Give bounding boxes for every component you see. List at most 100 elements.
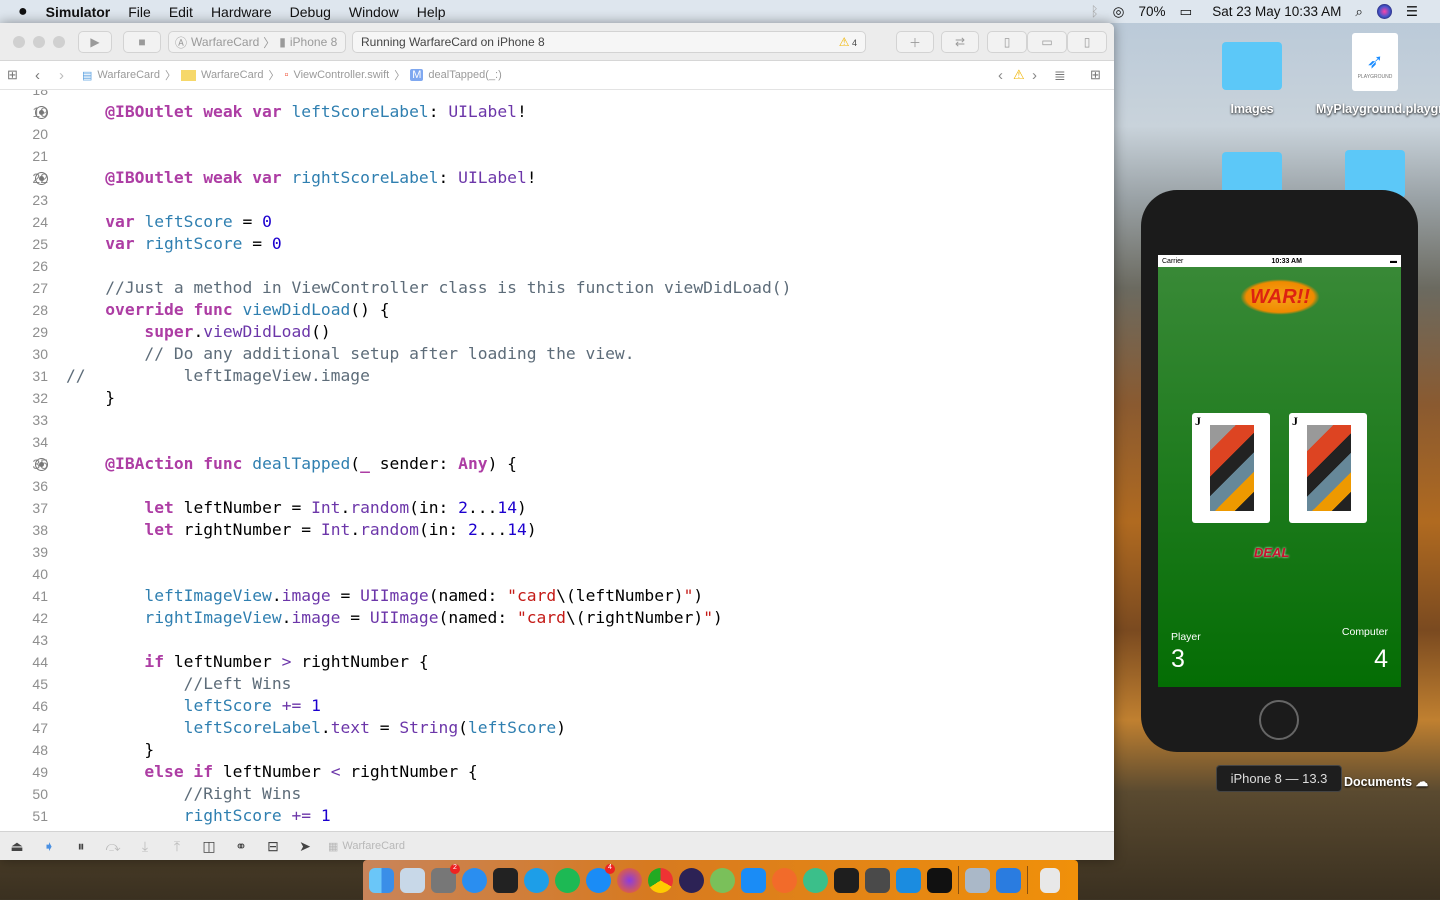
android-studio-icon[interactable] <box>710 867 735 893</box>
line-number[interactable]: 23 <box>0 189 48 211</box>
line-number[interactable]: 51 <box>0 805 48 827</box>
line-number[interactable]: 21 <box>0 145 48 167</box>
desktop-item-documents[interactable]: Documents ☁ <box>1344 774 1428 789</box>
preview-icon[interactable] <box>400 867 425 893</box>
step-into-icon[interactable]: ⤓ <box>136 838 154 855</box>
line-number[interactable]: 48 <box>0 739 48 761</box>
finder-icon[interactable] <box>369 867 394 893</box>
intellij-icon[interactable] <box>927 867 952 893</box>
postman-icon[interactable] <box>772 867 797 893</box>
battery-percent[interactable]: 70% <box>1138 4 1165 19</box>
outlet-connection-icon[interactable] <box>35 172 48 185</box>
outlet-connection-icon[interactable] <box>35 106 48 119</box>
toggle-debug-area-button[interactable]: ▭ <box>1027 31 1067 53</box>
line-number[interactable]: 44 <box>0 651 48 673</box>
previous-issue-button[interactable]: ‹ <box>998 67 1003 84</box>
line-number[interactable]: 45 <box>0 673 48 695</box>
editor-options-icon[interactable]: ≣ <box>1054 67 1066 84</box>
simulator-icon[interactable] <box>996 867 1021 893</box>
notification-center-icon[interactable]: ☰ <box>1406 4 1418 20</box>
line-number[interactable]: 20 <box>0 123 48 145</box>
breakpoints-toggle-icon[interactable]: ➧ <box>40 838 58 855</box>
preview-stack-icon[interactable] <box>965 867 990 893</box>
line-number[interactable]: 37 <box>0 497 48 519</box>
line-number[interactable]: 41 <box>0 585 48 607</box>
line-number[interactable]: 33 <box>0 409 48 431</box>
menu-edit[interactable]: Edit <box>169 4 193 20</box>
scheme-selector[interactable]: Ⓐ WarfareCard 〉 ▮ iPhone 8 <box>168 31 346 53</box>
chrome-icon[interactable] <box>648 867 673 893</box>
library-button[interactable]: ＋ <box>896 31 934 53</box>
line-number[interactable]: 46 <box>0 695 48 717</box>
related-items-icon[interactable]: ⊞ <box>7 67 18 83</box>
line-number[interactable]: 43 <box>0 629 48 651</box>
view-hierarchy-icon[interactable]: ◫ <box>200 838 218 855</box>
spotlight-search-icon[interactable]: ⌕ <box>1355 4 1363 20</box>
line-number[interactable]: 34 <box>0 431 48 453</box>
line-number[interactable]: 39 <box>0 541 48 563</box>
siri-icon[interactable] <box>1376 4 1392 19</box>
app-store-icon[interactable]: 4 <box>586 863 615 893</box>
menu-window[interactable]: Window <box>349 4 399 20</box>
breadcrumb-method[interactable]: dealTapped(_:) <box>428 69 501 81</box>
warning-icon[interactable]: ⚠ <box>1013 67 1025 83</box>
menu-hardware[interactable]: Hardware <box>211 4 272 20</box>
line-number[interactable]: 26 <box>0 255 48 277</box>
forward-button[interactable]: › <box>59 67 64 84</box>
desktop-item-images[interactable]: Images <box>1210 102 1294 116</box>
figma-icon[interactable] <box>834 867 859 893</box>
folder-icon[interactable] <box>1222 42 1282 90</box>
breadcrumb-group[interactable]: WarfareCard <box>201 69 264 81</box>
firefox-icon[interactable] <box>617 867 642 893</box>
xcode-icon[interactable] <box>741 867 766 893</box>
simulate-location-icon[interactable]: ➤ <box>296 838 314 855</box>
apple-menu-icon[interactable]: ● <box>18 3 28 21</box>
code-editor[interactable]: 18 19 @IBOutlet weak var leftScoreLabel: … <box>0 90 1114 831</box>
simulator-screen[interactable]: Carrier 10:33 AM ▬ WAR!! J J DEAL Player… <box>1158 255 1401 687</box>
home-button[interactable] <box>1259 700 1299 740</box>
line-number[interactable]: 18 <box>0 90 48 101</box>
close-window-button[interactable] <box>13 36 25 48</box>
run-button[interactable]: ▶ <box>78 31 112 53</box>
back-button[interactable]: ‹ <box>35 67 40 84</box>
add-editor-icon[interactable]: ⊞ <box>1090 67 1101 83</box>
terminal-icon[interactable] <box>493 867 518 893</box>
line-number[interactable]: 30 <box>0 343 48 365</box>
minimize-window-button[interactable] <box>33 36 45 48</box>
line-number[interactable]: 28 <box>0 299 48 321</box>
zoom-window-button[interactable] <box>53 36 65 48</box>
step-out-icon[interactable]: ⤒ <box>168 838 186 855</box>
creative-cloud-icon[interactable]: ◎ <box>1113 4 1125 20</box>
battery-icon[interactable]: ▭ <box>1179 4 1192 20</box>
line-number[interactable]: 32 <box>0 387 48 409</box>
step-over-icon[interactable]: ⤼ <box>104 838 122 855</box>
hide-debug-area-icon[interactable]: ⏏ <box>8 838 26 855</box>
menu-file[interactable]: File <box>128 4 151 20</box>
deal-button[interactable]: DEAL <box>1254 545 1289 560</box>
vscode-icon[interactable] <box>896 867 921 893</box>
bluetooth-icon[interactable]: ᛒ <box>1091 4 1099 19</box>
line-number[interactable]: 49 <box>0 761 48 783</box>
toggle-navigator-button[interactable]: ▯ <box>987 31 1027 53</box>
sublime-text-icon[interactable] <box>865 867 890 893</box>
menu-help[interactable]: Help <box>417 4 446 20</box>
desktop-item-playground[interactable]: MyPlayground.playground <box>1316 102 1440 116</box>
line-number[interactable]: 47 <box>0 717 48 739</box>
safari-icon[interactable] <box>462 867 487 893</box>
stop-button[interactable]: ■ <box>123 31 161 53</box>
line-number[interactable]: 27 <box>0 277 48 299</box>
environment-overrides-icon[interactable]: ⊟ <box>264 838 282 855</box>
line-number[interactable]: 29 <box>0 321 48 343</box>
line-number[interactable]: 38 <box>0 519 48 541</box>
line-number[interactable]: 36 <box>0 475 48 497</box>
outlet-connection-icon[interactable] <box>35 458 48 471</box>
line-number[interactable]: 25 <box>0 233 48 255</box>
menu-debug[interactable]: Debug <box>290 4 331 20</box>
line-number[interactable]: 31 <box>0 365 48 387</box>
pause-icon[interactable]: ⏸ <box>72 838 90 855</box>
atom-icon[interactable] <box>803 867 828 893</box>
eclipse-icon[interactable] <box>679 867 704 893</box>
clock[interactable]: Sat 23 May 10:33 AM <box>1212 4 1341 19</box>
spotify-icon[interactable] <box>555 867 580 893</box>
docker-icon[interactable] <box>524 867 549 893</box>
